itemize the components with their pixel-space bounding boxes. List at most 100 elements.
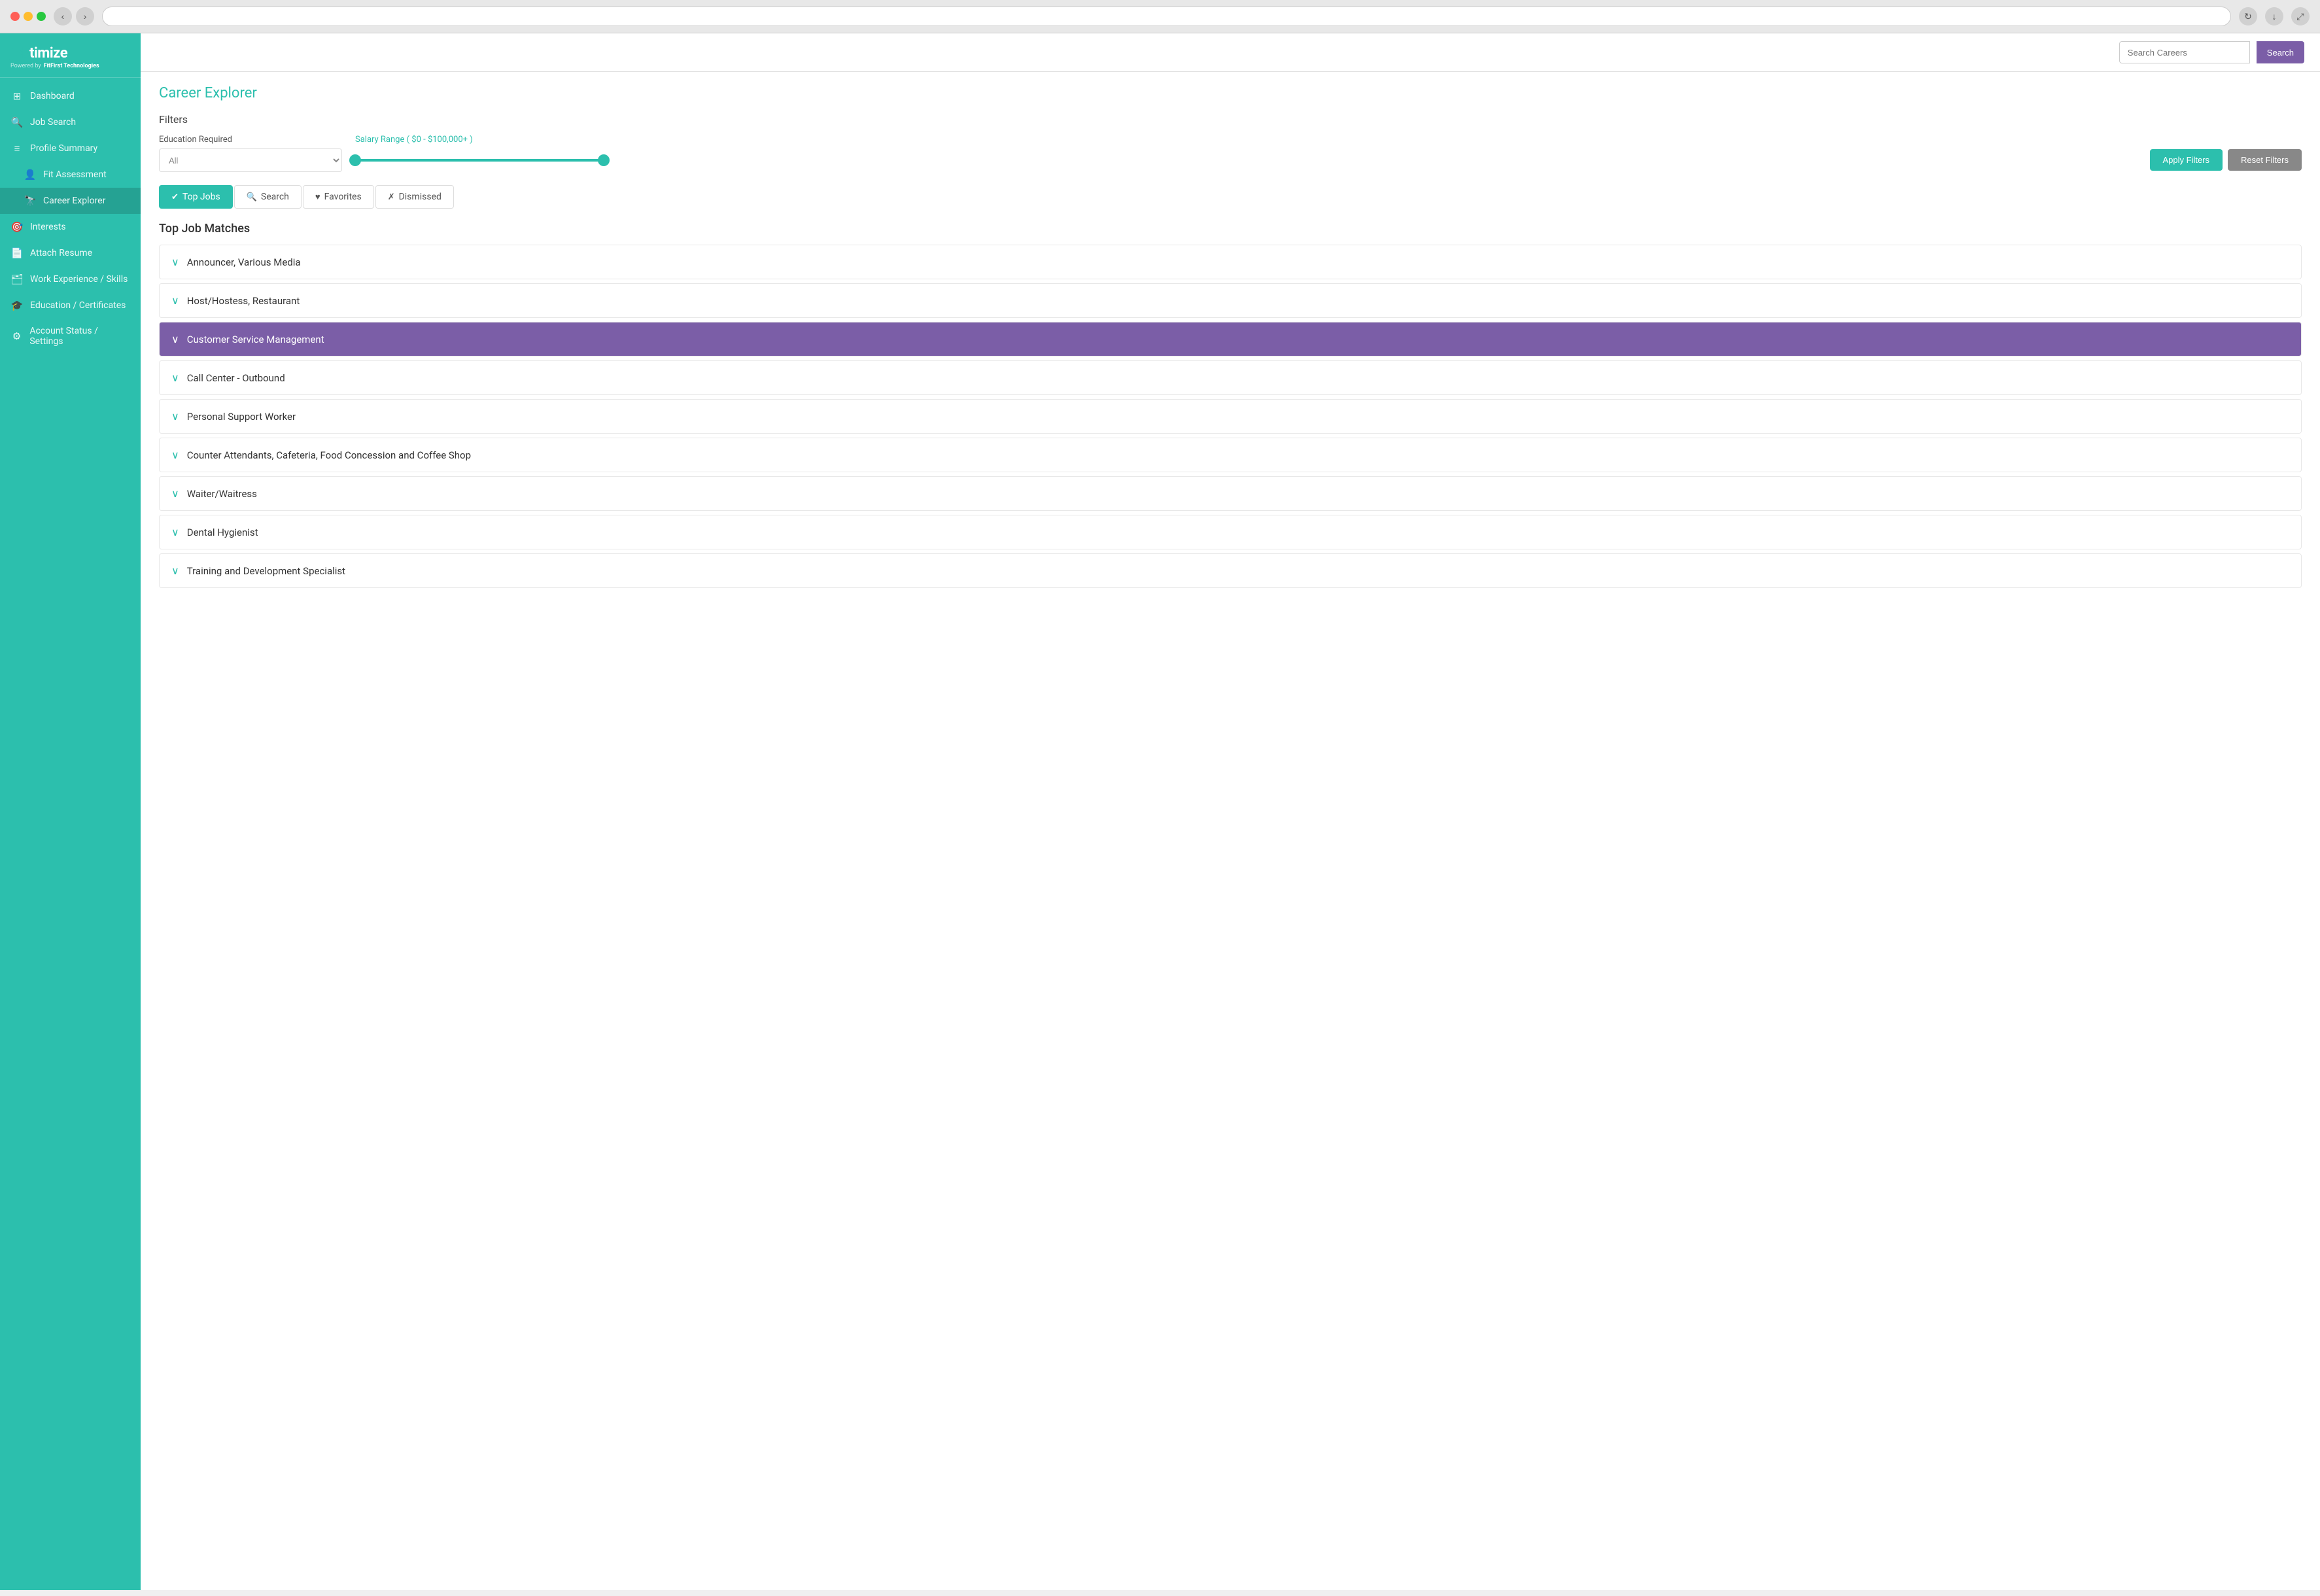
address-bar[interactable] [102,7,2231,26]
filters-section: Filters Education Required All Salary Ra… [159,113,2302,172]
sidebar-item-interests[interactable]: 🎯 Interests [0,214,141,240]
resume-icon: 📄 [10,247,24,259]
fitfirst-logo: FitFirst Technologies [44,63,99,69]
sidebar-label-work-experience: Work Experience / Skills [30,274,128,285]
sidebar-label-dashboard: Dashboard [30,91,75,101]
sidebar-label-career-explorer: Career Explorer [43,196,105,206]
forward-button[interactable]: › [76,7,94,26]
chevron-icon: ∨ [171,564,179,577]
job-item-4[interactable]: ∨ Call Center - Outbound [159,360,2302,395]
tab-search[interactable]: 🔍 Search [234,185,302,209]
heart-icon: ♥ [315,192,320,202]
apply-filters-button[interactable]: Apply Filters [2150,149,2223,171]
job-item-3[interactable]: ∨ Customer Service Management [159,322,2302,356]
header-bar: Search [141,33,2320,72]
tabs-row: ✔ Top Jobs 🔍 Search ♥ Favorites ✗ Dismis… [159,185,2302,209]
fullscreen-window-button[interactable] [37,12,46,21]
sidebar-label-profile-summary: Profile Summary [30,143,97,154]
download-button[interactable]: ↓ [2265,7,2283,26]
close-window-button[interactable] [10,12,20,21]
sidebar-item-fit-assessment[interactable]: 👤 Fit Assessment [0,162,141,188]
job-item-8[interactable]: ∨ Dental Hygienist [159,515,2302,549]
minimize-window-button[interactable] [24,12,33,21]
sidebar-label-account-settings: Account Status / Settings [29,326,130,347]
job-name: Counter Attendants, Cafeteria, Food Conc… [187,449,471,461]
fullscreen-button[interactable]: ⤢ [2291,7,2310,26]
range-thumb-left[interactable] [349,154,361,166]
search-tab-icon: 🔍 [247,192,257,202]
list-icon: ≡ [10,143,24,154]
chevron-icon: ∨ [171,487,179,500]
reset-filters-button[interactable]: Reset Filters [2228,149,2302,171]
back-button[interactable]: ‹ [54,7,72,26]
filters-row: Education Required All Salary Range ( $0… [159,135,2302,172]
filters-title: Filters [159,113,2302,126]
sidebar-label-job-search: Job Search [30,117,76,128]
salary-range-slider[interactable] [355,148,604,172]
traffic-lights [10,12,46,21]
settings-icon: ⚙ [10,330,23,342]
chevron-icon: ∨ [171,526,179,538]
search-button[interactable]: Search [2257,41,2304,63]
page-title: Career Explorer [159,85,2302,101]
chevron-icon: ∨ [171,410,179,423]
range-fill [355,159,604,162]
salary-filter-label: Salary Range ( $0 - $100,000+ ) [355,135,604,145]
chevron-icon: ∨ [171,449,179,461]
logo-timize: timize [29,45,67,61]
checkmark-icon: ✔ [171,192,179,202]
education-filter-select[interactable]: All [159,148,342,172]
tab-top-jobs[interactable]: ✔ Top Jobs [159,185,233,209]
logo-job: job [10,45,29,61]
filter-actions: Apply Filters Reset Filters [2150,149,2302,172]
sidebar-nav: ⊞ Dashboard 🔍 Job Search ≡ Profile Summa… [0,78,141,1590]
app-container: jobtimize Powered by FitFirst Technologi… [0,33,2320,1590]
main-content: Search Career Explorer Filters Education… [141,33,2320,1590]
sidebar-label-education: Education / Certificates [30,300,126,311]
sidebar-item-attach-resume[interactable]: 📄 Attach Resume [0,240,141,266]
powered-by: Powered by FitFirst Technologies [10,63,130,69]
chevron-icon: ∨ [171,294,179,307]
chevron-icon: ∨ [171,372,179,384]
job-item-2[interactable]: ∨ Host/Hostess, Restaurant [159,283,2302,318]
sidebar-item-dashboard[interactable]: ⊞ Dashboard [0,83,141,109]
interests-icon: 🎯 [10,221,24,233]
reload-button[interactable]: ↻ [2239,7,2257,26]
sidebar-item-job-search[interactable]: 🔍 Job Search [0,109,141,135]
page-content: Career Explorer Filters Education Requir… [141,72,2320,605]
sidebar-item-account-settings[interactable]: ⚙ Account Status / Settings [0,319,141,354]
job-item-6[interactable]: ∨ Counter Attendants, Cafeteria, Food Co… [159,438,2302,472]
job-item-9[interactable]: ∨ Training and Development Specialist [159,553,2302,588]
sidebar-item-profile-summary[interactable]: ≡ Profile Summary [0,135,141,162]
job-item-7[interactable]: ∨ Waiter/Waitress [159,476,2302,511]
sidebar-item-education[interactable]: 🎓 Education / Certificates [0,292,141,319]
salary-filter-group: Salary Range ( $0 - $100,000+ ) [355,135,604,172]
logo-area: jobtimize Powered by FitFirst Technologi… [0,33,141,78]
education-filter-group: Education Required All [159,135,342,172]
tab-dismissed[interactable]: ✗ Dismissed [375,185,454,209]
x-icon: ✗ [388,192,395,202]
job-name: Host/Hostess, Restaurant [187,295,300,307]
search-careers-input[interactable] [2119,41,2250,63]
job-list: ∨ Announcer, Various Media ∨ Host/Hostes… [159,245,2302,592]
tab-favorites[interactable]: ♥ Favorites [303,185,374,209]
job-name: Call Center - Outbound [187,372,285,384]
sidebar-item-career-explorer[interactable]: 🔭 Career Explorer [0,188,141,214]
job-name: Announcer, Various Media [187,256,301,268]
person-icon: 👤 [24,169,37,181]
section-title: Top Job Matches [159,222,2302,235]
education-filter-label: Education Required [159,135,342,145]
salary-range-value: ( $0 - $100,000+ ) [407,135,473,145]
sidebar-label-fit-assessment: Fit Assessment [43,169,107,180]
job-name: Training and Development Specialist [187,565,345,577]
logo-text: jobtimize [10,45,130,61]
job-item-1[interactable]: ∨ Announcer, Various Media [159,245,2302,279]
range-thumb-right[interactable] [598,154,610,166]
job-name: Dental Hygienist [187,527,258,538]
career-explorer-icon: 🔭 [24,195,37,207]
sidebar-label-attach-resume: Attach Resume [30,248,92,258]
dashboard-icon: ⊞ [10,90,24,102]
sidebar-item-work-experience[interactable]: 🗂 Work Experience / Skills [0,266,141,292]
chevron-icon: ∨ [171,333,179,345]
job-item-5[interactable]: ∨ Personal Support Worker [159,399,2302,434]
